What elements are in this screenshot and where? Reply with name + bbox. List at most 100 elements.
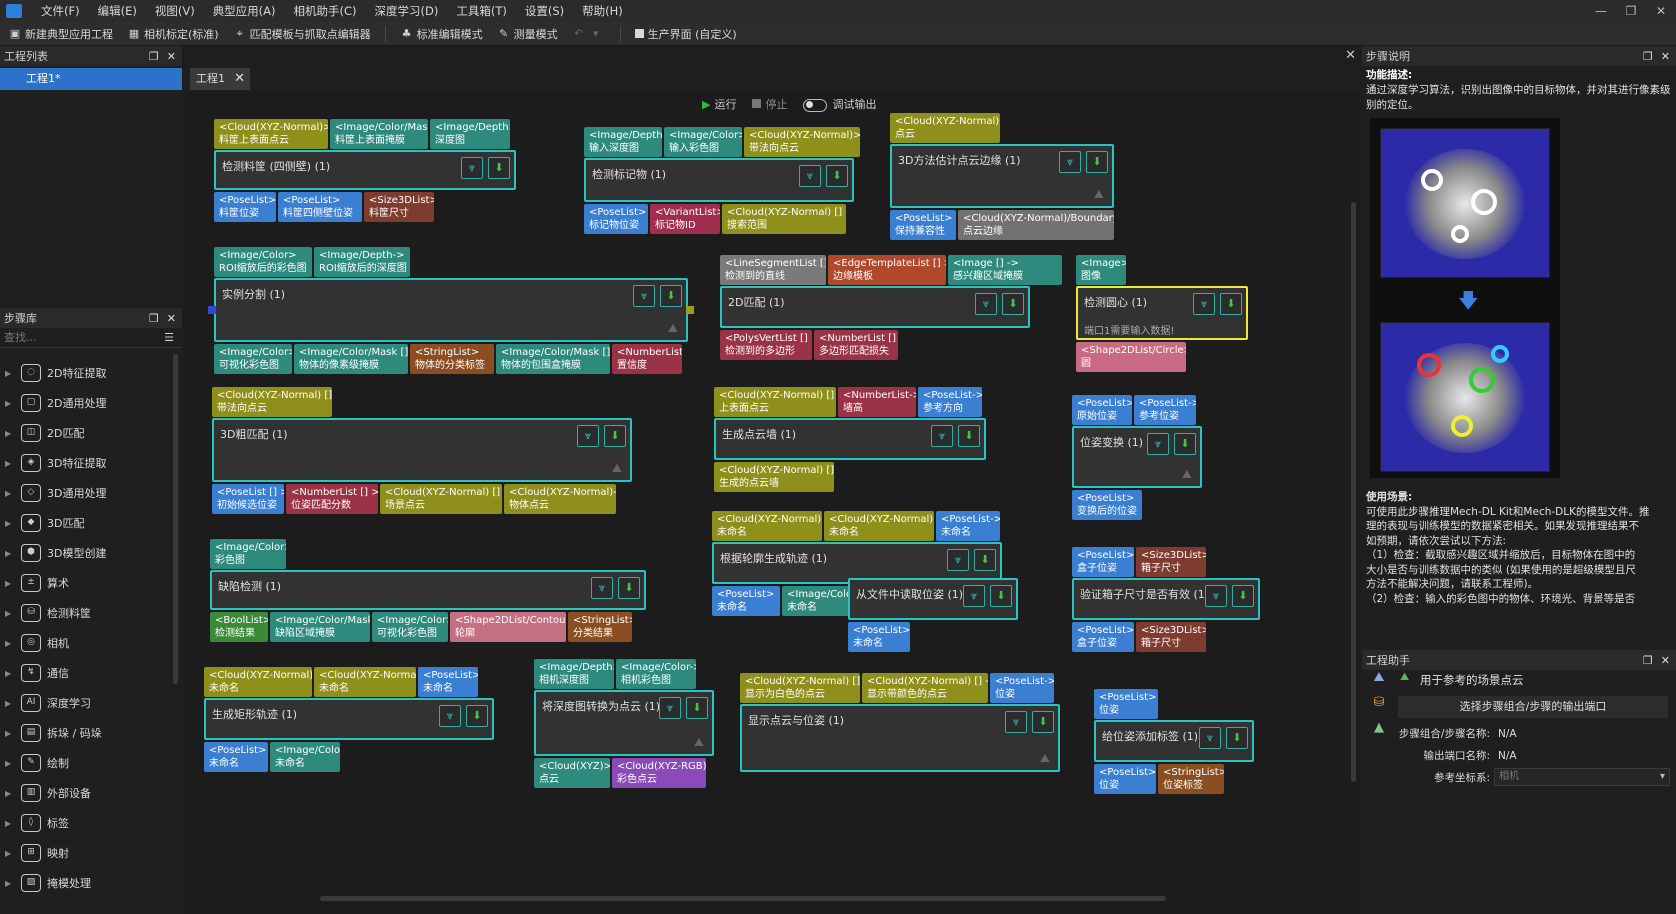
output-port[interactable]: <Image/Color/Mask>缺陷区域掩膜 [270, 612, 370, 642]
collapse-icon[interactable]: ⩔ [461, 157, 483, 179]
input-port[interactable]: <Cloud(XYZ-Normal) [] > 显示为白色的点云 [740, 673, 860, 703]
expand-arrow-icon[interactable]: ▶ [5, 759, 13, 768]
expand-arrow-icon[interactable]: ▶ [5, 819, 13, 828]
canvas-vscrollbar[interactable] [1351, 202, 1356, 782]
menu-file[interactable]: 文件(F) [32, 3, 89, 19]
measure-button[interactable]: ✎ 测量模式 [497, 26, 558, 42]
close-tab-icon[interactable]: ✕ [234, 68, 245, 90]
match-editor-button[interactable]: ⌖ 匹配模板与抓取点编辑器 [233, 26, 370, 42]
input-port[interactable]: <Cloud(XYZ-Normal)>未命名 [204, 667, 312, 697]
output-port[interactable]: <PoseList> 未命名 [712, 586, 780, 616]
step-library-item[interactable]: ▶ ✎ 绘制 [0, 748, 172, 778]
preview-icon[interactable]: ⛰ [1040, 751, 1050, 766]
collapse-icon[interactable]: ⩔ [963, 585, 985, 607]
list-icon[interactable]: ☰ [164, 328, 174, 348]
output-port[interactable]: <Image/Color/Mask [] > 物体的包围盒掩膜 [496, 344, 610, 374]
collapse-icon[interactable]: ⩔ [1205, 585, 1227, 607]
menu-edit[interactable]: 编辑(E) [89, 3, 146, 19]
download-icon[interactable]: ⬇ [1002, 293, 1024, 315]
expand-arrow-icon[interactable]: ▶ [5, 639, 13, 648]
output-port[interactable]: <Image/Color>未命名 [270, 742, 340, 772]
close-window-icon[interactable]: ✕ [1646, 4, 1676, 18]
close-icon[interactable]: ✕ [167, 312, 176, 325]
step-library-item[interactable]: ▶ ⛁ 检测料筐 [0, 598, 172, 628]
step-node[interactable]: 实例分割 (1) ⩔ ⬇ ⛰ [208, 278, 694, 342]
input-port[interactable]: <Image/Color> 彩色图 [210, 539, 286, 569]
download-icon[interactable]: ⬇ [826, 165, 848, 187]
input-port[interactable]: <Cloud(XYZ-Normal)> 带法向点云 [744, 127, 860, 157]
project-item[interactable]: 工程1* [0, 68, 182, 90]
download-icon[interactable]: ⬇ [1226, 727, 1248, 749]
step-node[interactable]: 显示点云与位姿 (1) ⩔ ⬇ ⛰ [740, 704, 1060, 772]
download-icon[interactable]: ⬇ [1174, 433, 1196, 455]
menu-settings[interactable]: 设置(S) [516, 3, 573, 19]
output-port[interactable]: <StringList> 位姿标签 [1158, 764, 1224, 794]
collapse-icon[interactable]: ⩔ [799, 165, 821, 187]
menu-camera-assistant[interactable]: 相机助手(C) [285, 3, 366, 19]
preview-icon[interactable]: ⛰ [694, 735, 704, 750]
menu-typical-app[interactable]: 典型应用(A) [204, 3, 285, 19]
expand-arrow-icon[interactable]: ▶ [5, 699, 13, 708]
output-port[interactable]: <PoseList [] > 初始候选位姿 [212, 484, 284, 514]
step-library-item[interactable]: ▶ ▥ 外部设备 [0, 778, 172, 808]
output-port[interactable]: <Cloud(XYZ-Normal)/Boundary> 点云边缘 [958, 210, 1114, 240]
run-button[interactable]: ▶ 运行 [702, 96, 736, 112]
expand-arrow-icon[interactable]: ▶ [5, 879, 13, 888]
output-port[interactable]: <StringList> 物体的分类标签 [410, 344, 494, 374]
input-port[interactable]: <Cloud(XYZ-Normal)>未命名 [824, 511, 934, 541]
input-port[interactable]: <Image/Depth>输入深度图 [584, 127, 662, 157]
preview-icon[interactable]: ⛰ [1094, 187, 1104, 202]
close-icon[interactable]: ✕ [1661, 654, 1670, 667]
download-icon[interactable]: ⬇ [958, 425, 980, 447]
input-port[interactable]: <Image/Depth> 深度图 [430, 119, 510, 149]
expand-arrow-icon[interactable]: ▶ [5, 549, 13, 558]
download-icon[interactable]: ⬇ [466, 705, 488, 727]
collapse-icon[interactable]: ⩔ [1147, 433, 1169, 455]
float-icon[interactable]: ❐ [1643, 50, 1653, 63]
output-port[interactable]: <Image/Color>未命名 [782, 586, 852, 616]
mountain-icon[interactable]: ▲ [1374, 720, 1384, 735]
collapse-icon[interactable]: ⩔ [591, 577, 613, 599]
input-port[interactable]: <Cloud(XYZ-Normal)> 料筐上表面点云 [214, 119, 328, 149]
output-port[interactable]: <Shape2DList/Circle> 圆 [1076, 342, 1186, 372]
input-port[interactable]: <Image/Color> ROI缩放后的彩色图 [214, 247, 312, 277]
expand-arrow-icon[interactable]: ▶ [5, 579, 13, 588]
collapse-icon[interactable]: ⩔ [1193, 293, 1215, 315]
expand-arrow-icon[interactable]: ▶ [5, 669, 13, 678]
output-port[interactable]: <Image/Color/Mask [] > 物体的像素级掩膜 [294, 344, 408, 374]
download-icon[interactable]: ⬇ [660, 285, 682, 307]
new-project-button[interactable]: ▣ 新建典型应用工程 [8, 26, 113, 42]
output-port[interactable]: <Cloud(XYZ-Normal) [] ->场景点云 [380, 484, 502, 514]
menu-help[interactable]: 帮助(H) [573, 3, 632, 19]
collapse-icon[interactable]: ⩔ [1059, 151, 1081, 173]
input-port[interactable]: <Image [] -> 感兴趣区域掩膜 [948, 255, 1062, 285]
download-icon[interactable]: ⬇ [1220, 293, 1242, 315]
step-node[interactable]: 验证箱子尺寸是否有效 (1) ⩔ ⬇ [1072, 578, 1260, 620]
step-node[interactable]: 检测标记物 (1) ⩔ ⬇ [584, 158, 854, 202]
step-search-input[interactable]: 查找... ☰ [0, 328, 182, 348]
float-icon[interactable]: ❐ [1643, 654, 1653, 667]
float-icon[interactable]: ❐ [149, 312, 159, 325]
output-port[interactable]: <PoseList> 料筐四侧壁位姿 [278, 192, 362, 222]
output-port[interactable]: <Cloud(XYZ)> 点云 [534, 758, 610, 788]
download-icon[interactable]: ⬇ [1086, 151, 1108, 173]
output-port[interactable]: <PoseList> 未命名 [848, 622, 910, 652]
graph-canvas[interactable]: ▶ 运行 停止 调试输出 <Cloud(XYZ-Normal)> 料筐上表面点云 <I… [184, 92, 1360, 914]
step-node[interactable]: 3D粗匹配 (1) ⩔ ⬇ ⛰ [212, 418, 632, 482]
input-port[interactable]: <PoseList> 位姿 [1094, 689, 1158, 719]
download-icon[interactable]: ⬇ [1232, 585, 1254, 607]
input-port[interactable]: <Image> 图像 [1076, 255, 1126, 285]
calibration-button[interactable]: ▦ 相机标定(标准) [127, 26, 219, 42]
input-port[interactable]: <PoseList-> 位姿 [990, 673, 1054, 703]
input-port[interactable]: <Cloud(XYZ-Normal) [] > 带法向点云 [212, 387, 332, 417]
expand-arrow-icon[interactable]: ▶ [5, 609, 13, 618]
collapse-icon[interactable]: ⩔ [659, 697, 681, 719]
production-ui-checkbox[interactable]: 生产界面 (自定义) [634, 26, 737, 42]
step-node[interactable]: 生成点云墙 (1) ⩔ ⬇ [714, 418, 986, 460]
step-library-item[interactable]: ▶ ◆ 3D匹配 [0, 508, 172, 538]
output-port[interactable]: <PoseList> 保持兼容性 [890, 210, 956, 240]
step-library-item[interactable]: ▶ ± 算术 [0, 568, 172, 598]
output-port[interactable]: <Cloud(XYZ-Normal) [] > 搜索范围 [722, 204, 846, 234]
step-library-item[interactable]: ▶ ◌ 2D特征提取 [0, 358, 172, 388]
restore-icon[interactable]: ❐ [1616, 4, 1646, 18]
